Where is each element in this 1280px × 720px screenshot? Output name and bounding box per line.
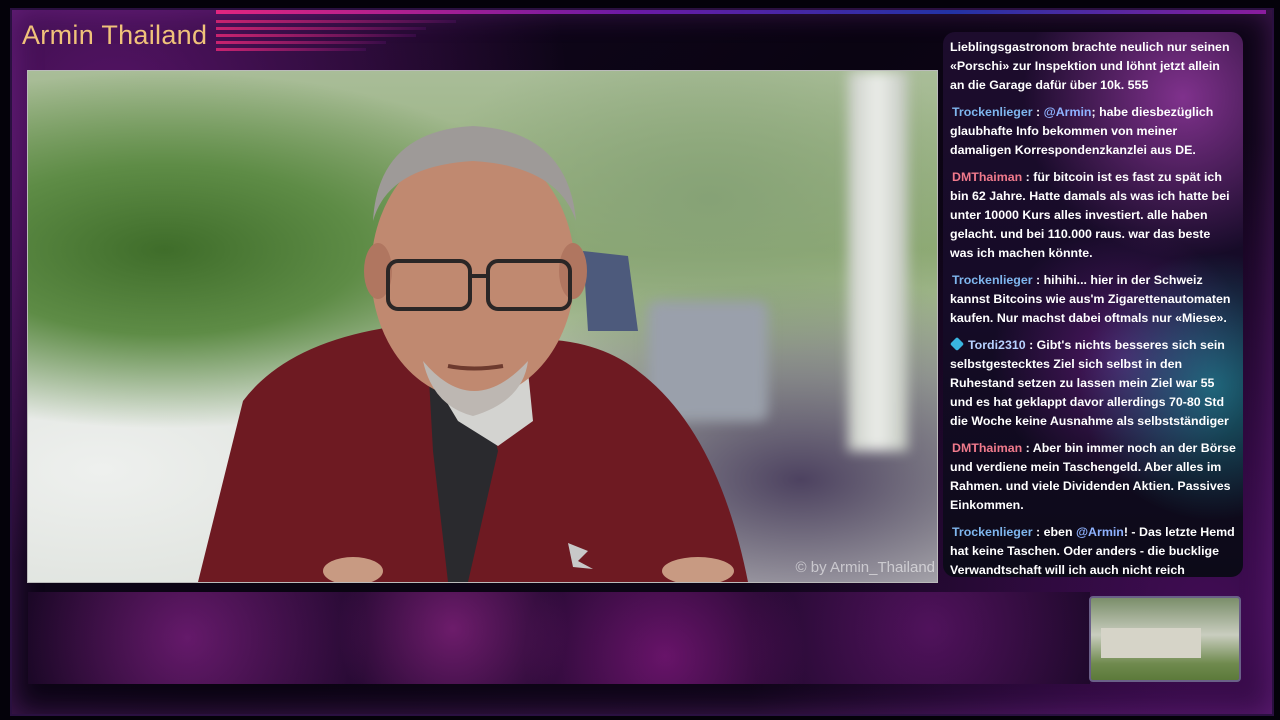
chat-message-text: Lieblingsgastronom brachte neulich nur s… — [950, 40, 1230, 92]
bottom-bokeh-band — [28, 592, 1090, 684]
chat-username[interactable]: DMThaiman — [950, 170, 1022, 184]
chat-username[interactable]: Trockenlieger — [950, 525, 1033, 539]
chat-message: DMThaiman : Aber bin immer noch an der B… — [943, 437, 1243, 521]
channel-title: Armin Thailand — [22, 20, 208, 50]
chat-username[interactable]: Trockenlieger — [950, 105, 1033, 119]
chat-message: Tordi2310 : Gibt's nichts besseres sich … — [943, 334, 1243, 437]
chat-panel: Lieblingsgastronom brachte neulich nur s… — [943, 32, 1243, 577]
video-watermark: © by Armin_Thailand — [795, 559, 935, 576]
thumbnail-wall — [1101, 628, 1201, 658]
subscriber-badge-icon — [949, 336, 965, 352]
decorative-lines — [216, 20, 456, 55]
top-accent-strip — [216, 10, 1266, 14]
chat-mention[interactable]: @Armin — [1076, 525, 1124, 539]
chat-username[interactable]: DMThaiman — [950, 441, 1022, 455]
chat-username[interactable]: Tordi2310 — [966, 338, 1026, 352]
chat-message: Lieblingsgastronom brachte neulich nur s… — [943, 32, 1243, 101]
preview-thumbnail — [1089, 596, 1241, 682]
chat-username[interactable]: Trockenlieger — [950, 273, 1033, 287]
person-image — [198, 126, 748, 582]
chat-mention[interactable]: @Armin — [1044, 105, 1092, 119]
chat-message: DMThaiman : für bitcoin ist es fast zu s… — [943, 166, 1243, 269]
chat-message: Trockenlieger : eben @Armin! - Das letzt… — [943, 521, 1243, 577]
chat-message: Trockenlieger : hihihi... hier in der Sc… — [943, 269, 1243, 334]
chat-message: Trockenlieger : @Armin; habe diesbezügli… — [950, 105, 1214, 157]
webcam-video: © by Armin_Thailand — [27, 70, 938, 583]
